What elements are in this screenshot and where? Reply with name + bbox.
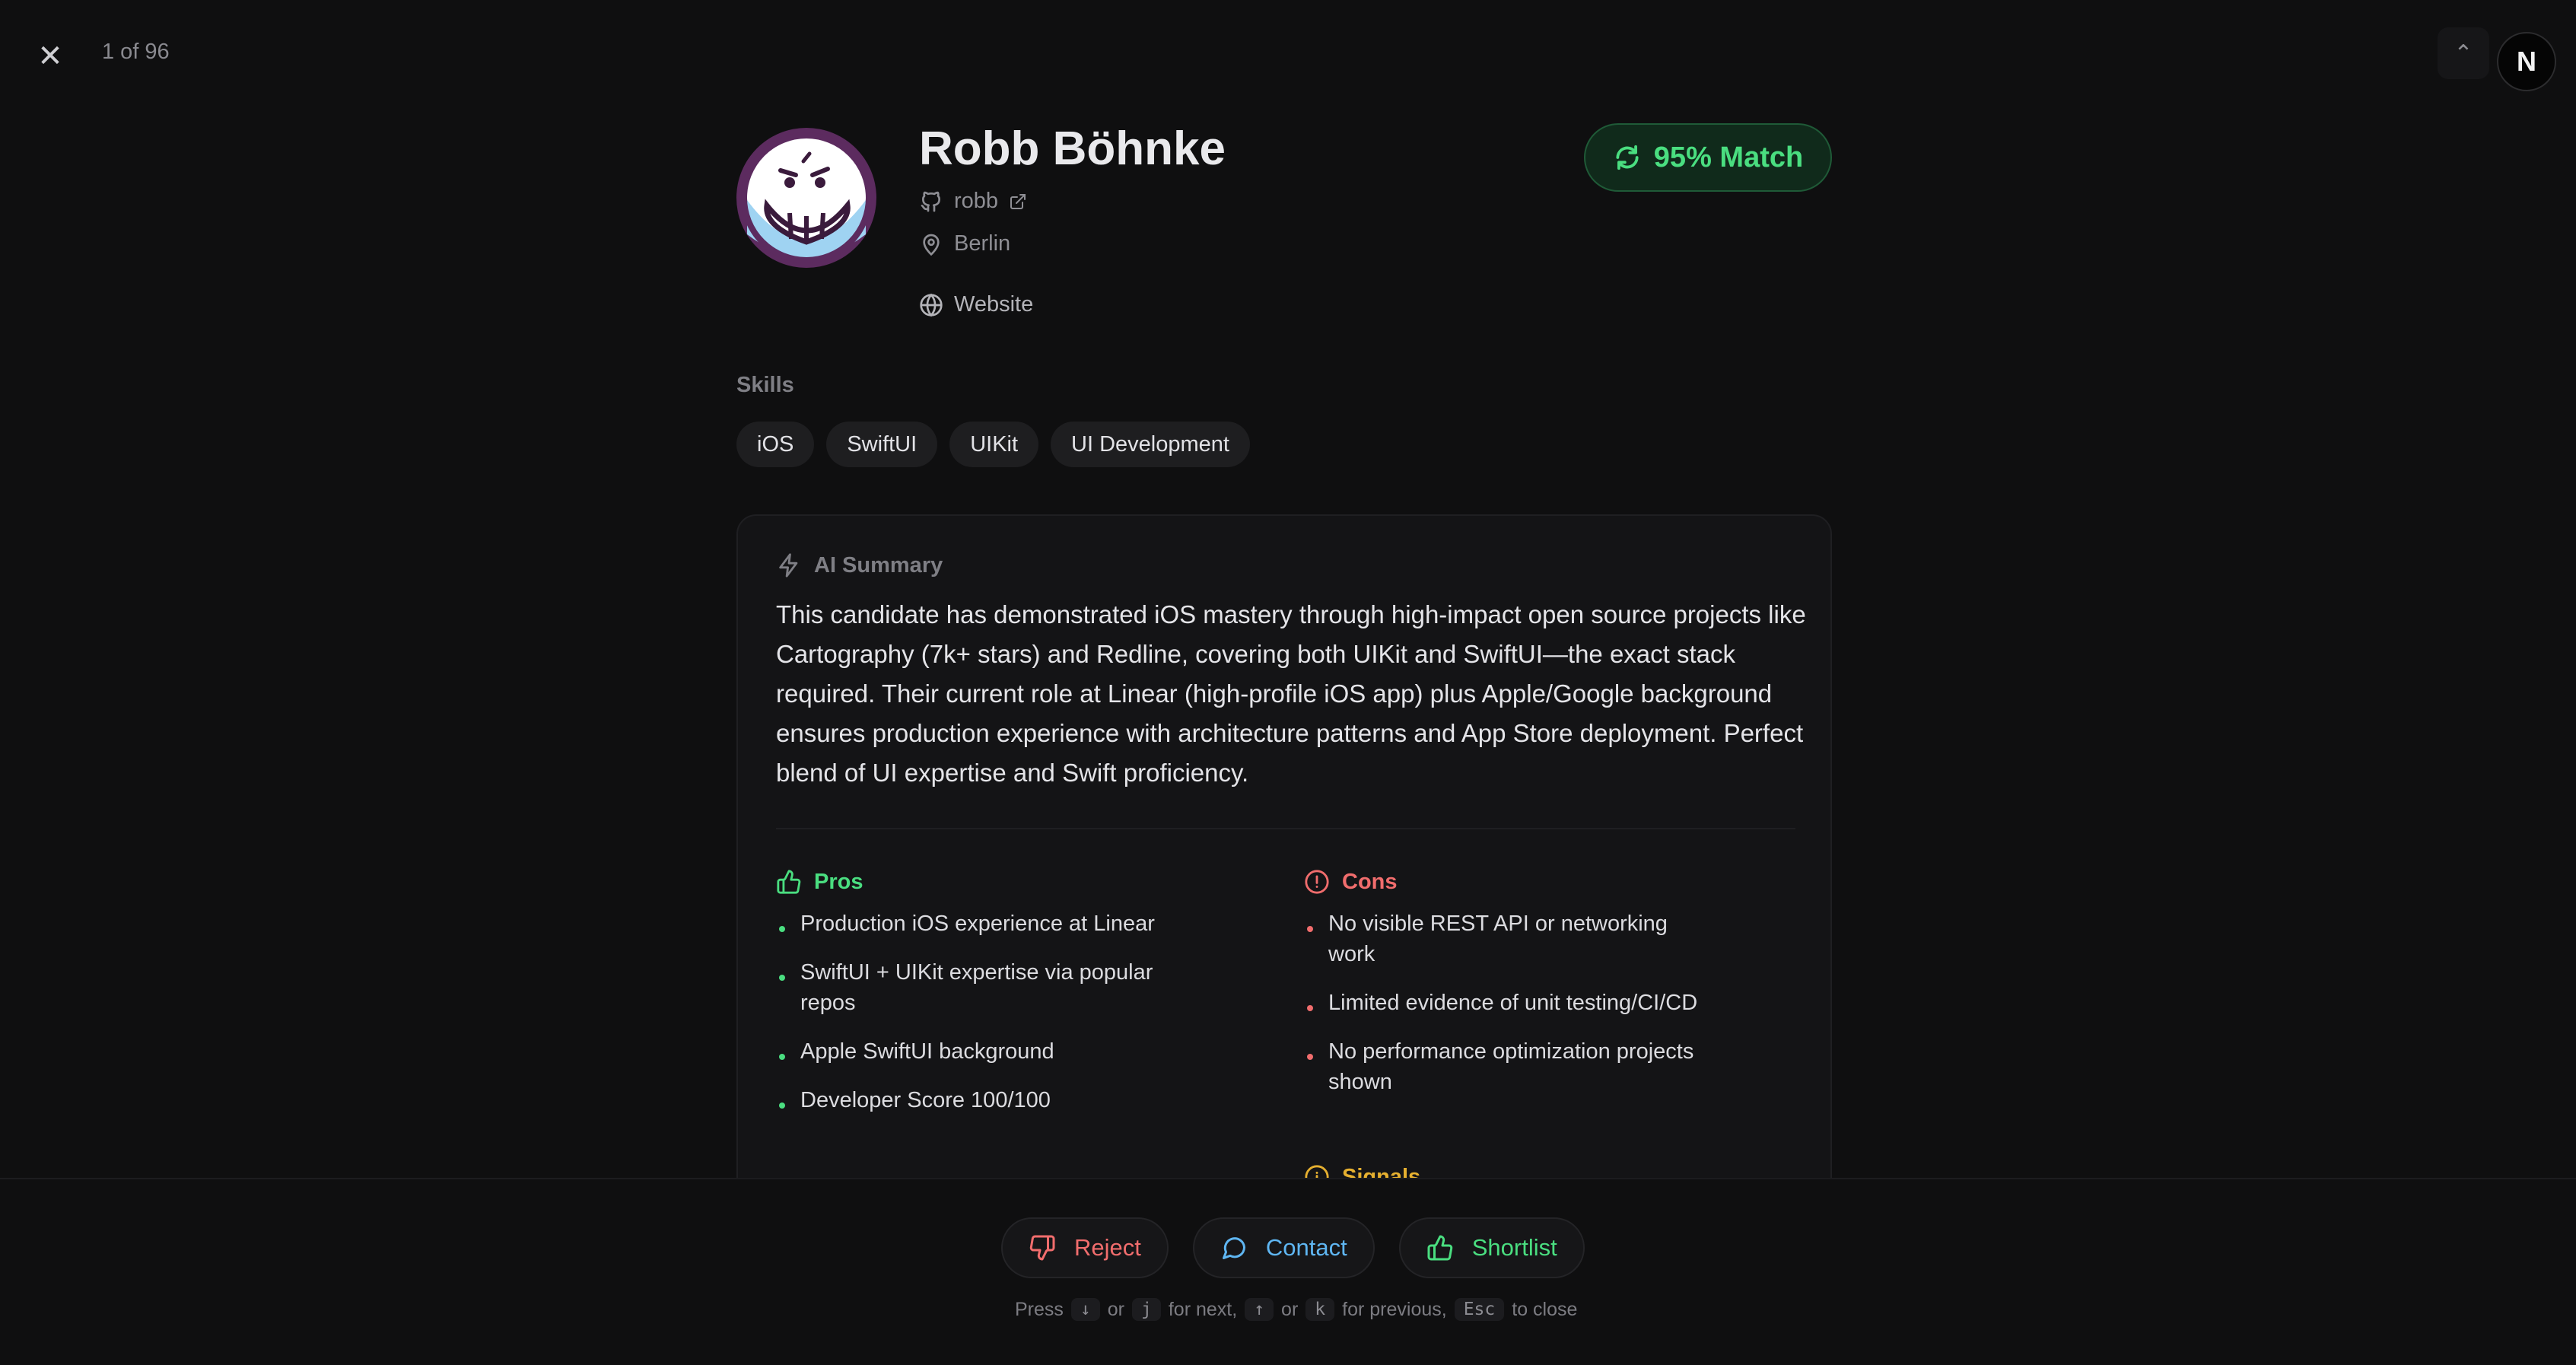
action-buttons: Reject Contact Shortlist [1001,1217,1585,1278]
pros-list: Production iOS experience at Linear Swif… [776,908,1187,1134]
list-item: Developer Score 100/100 [776,1085,1187,1115]
thumbs-up-icon [1427,1235,1452,1261]
pros-header: Pros [776,869,863,895]
shortlist-button[interactable]: Shortlist [1398,1217,1585,1278]
hint-text: or [1281,1298,1299,1320]
key-j: j [1132,1298,1161,1321]
hint-text: for previous, [1342,1298,1447,1320]
list-item: Production iOS experience at Linear [776,908,1187,939]
github-handle: robb [954,189,999,213]
reject-label: Reject [1074,1234,1141,1261]
key-up: ↑ [1245,1298,1274,1321]
list-item: SwiftUI + UIKit expertise via popular re… [776,957,1187,1018]
key-k: k [1305,1298,1335,1321]
contact-label: Contact [1265,1234,1347,1261]
list-item: Apple SwiftUI background [776,1036,1187,1067]
skills-list: iOS SwiftUI UIKit UI Development [736,422,1250,467]
match-score-badge: 95% Match [1584,123,1832,192]
hint-text: or [1107,1298,1124,1320]
list-item: Limited evidence of unit testing/CI/CD [1304,988,1715,1018]
hint-text: Press [1015,1298,1064,1320]
skill-chip: iOS [736,422,815,467]
keyboard-hint: Press ↓ or j for next, ↑ or k for previo… [1015,1298,1577,1321]
candidate-name: Robb Böhnke [919,123,1226,175]
shortlist-label: Shortlist [1471,1234,1557,1261]
map-pin-icon [923,234,940,256]
refresh-icon [1616,145,1639,170]
skill-chip: SwiftUI [826,422,938,467]
location: Berlin [919,231,1010,256]
list-item: No performance optimization projects sho… [1304,1036,1715,1097]
cons-label: Cons [1342,869,1398,894]
website-link[interactable]: Website [919,292,1033,317]
reject-button[interactable]: Reject [1001,1217,1169,1278]
pros-label: Pros [814,869,863,894]
contact-button[interactable]: Contact [1192,1217,1375,1278]
message-circle-icon [1222,1237,1245,1259]
cons-header: Cons [1304,869,1398,895]
github-icon [921,191,940,212]
ai-summary-text: This candidate has demonstrated iOS mast… [776,600,1806,787]
key-down: ↓ [1070,1298,1100,1321]
thumbs-down-icon [1029,1235,1055,1261]
divider [776,828,1795,829]
globe-icon [920,293,943,317]
hint-text: to close [1512,1298,1578,1320]
hint-text: for next, [1168,1298,1238,1320]
user-avatar[interactable]: N [2497,32,2556,91]
candidate-counter: 1 of 96 [102,40,170,64]
ai-summary-label: AI Summary [814,552,943,578]
location-text: Berlin [954,231,1011,256]
chevron-up-icon[interactable]: ⌃ [2438,27,2489,79]
key-esc: Esc [1454,1298,1505,1321]
match-score: 95% Match [1653,141,1804,173]
close-icon[interactable]: ✕ [29,35,72,78]
lightning-icon [779,553,798,578]
list-item: No visible REST API or networking work [1304,908,1715,969]
skills-label: Skills [736,373,794,397]
thumbs-up-icon [777,870,801,894]
website-label: Website [954,292,1034,317]
github-link[interactable]: robb [919,189,1027,214]
external-link-icon [1010,193,1026,209]
ai-summary-header: AI Summary [776,552,943,578]
top-bar: ✕ 1 of 96 ⌃ N [0,0,2576,107]
alert-circle-icon [1305,870,1329,894]
skill-chip: UIKit [949,422,1039,467]
skill-chip: UI Development [1051,422,1250,467]
cons-list: No visible REST API or networking work L… [1304,908,1715,1115]
action-bar: Reject Contact Shortlist Press ↓ or j fo… [0,1178,2576,1365]
candidate-avatar [736,128,876,268]
